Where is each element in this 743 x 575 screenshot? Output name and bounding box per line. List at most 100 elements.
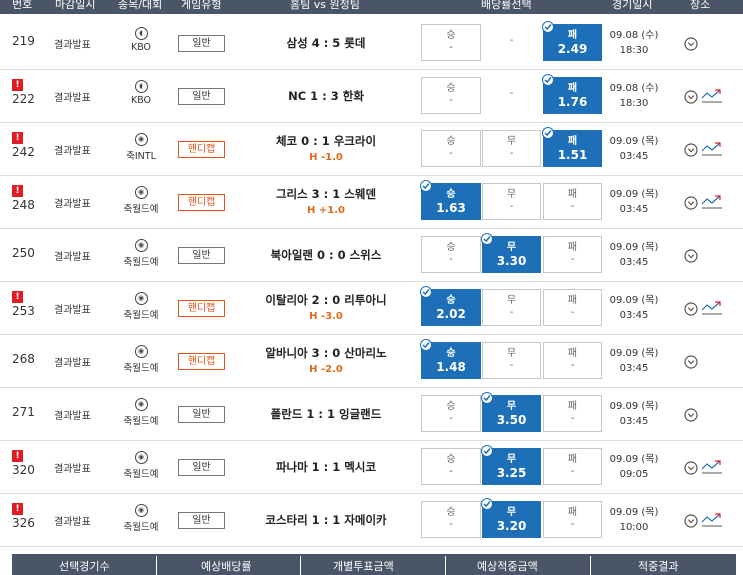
soccer-ball-icon: ◉: [134, 451, 148, 464]
odds-value: -: [570, 307, 575, 318]
location-pin-icon[interactable]: [684, 195, 698, 210]
odds-button[interactable]: 패-: [543, 342, 602, 379]
location-pin-icon[interactable]: [684, 142, 698, 157]
table-row: 268 결과발표 ◉ 축월드예 핸디캡 알바니아 3 : 0 산마리노 H -2.0 승 1.4…: [0, 335, 743, 388]
location-pin-icon[interactable]: [684, 248, 698, 263]
game-date: 09.09 (목): [609, 507, 659, 518]
match-score: 파나마 1 : 1 멕시코: [275, 460, 377, 474]
header-number: 번호: [12, 0, 33, 11]
game-type-badge: 일반: [178, 406, 225, 423]
alert-icon: !: [12, 291, 23, 303]
sport-league: ◖ KBO: [116, 80, 166, 106]
location-pin-icon[interactable]: [684, 407, 698, 422]
odds-value: 1.63: [436, 201, 466, 215]
deadline-status: 결과발표: [54, 517, 91, 528]
odds-button[interactable]: 패-: [543, 501, 602, 538]
handicap-value: H -2.0: [309, 364, 343, 375]
odds-button[interactable]: 승-: [421, 448, 481, 485]
odds-button[interactable]: 무 3.30: [481, 233, 541, 273]
check-icon: [420, 180, 432, 192]
odds-label: 패: [567, 242, 578, 253]
odds-button[interactable]: 패 1.51: [542, 127, 602, 167]
odds-button[interactable]: 승-: [421, 130, 481, 167]
check-icon: [542, 21, 554, 33]
location-pin-icon[interactable]: [684, 301, 698, 316]
odds-button[interactable]: 패-: [543, 395, 602, 432]
odds-button: -: [482, 77, 541, 114]
check-icon: [542, 127, 554, 139]
odds-button[interactable]: 승-: [421, 395, 481, 432]
odds-button[interactable]: 승-: [421, 236, 481, 273]
game-date: 09.09 (목): [609, 136, 659, 147]
sport-league: ◉ 축월드예: [116, 292, 166, 321]
odds-button[interactable]: 무-: [482, 130, 541, 167]
trend-chart-icon[interactable]: [701, 512, 723, 528]
odds-button[interactable]: 승-: [421, 501, 481, 538]
odds-button[interactable]: 승-: [421, 77, 481, 114]
location-pin-icon[interactable]: [684, 354, 698, 369]
table-row: 271 결과발표 ◉ 축월드예 일반 폴란드 1 : 1 잉글랜드 승 - 무 3.50 패 -09.…: [0, 388, 743, 441]
trend-chart-icon[interactable]: [701, 141, 723, 157]
odds-label: -: [509, 35, 514, 46]
odds-button[interactable]: 무 3.50: [481, 392, 541, 432]
alert-icon: !: [12, 450, 23, 462]
odds-button[interactable]: 패-: [543, 448, 602, 485]
handicap-value: H -3.0: [309, 311, 343, 322]
game-number-text: 320: [12, 463, 35, 477]
soccer-ball-icon: ◉: [134, 398, 148, 411]
odds-button[interactable]: 승 2.02: [420, 286, 481, 326]
odds-button[interactable]: 무-: [482, 183, 541, 220]
odds-button[interactable]: 패-: [543, 236, 602, 273]
league-label: 축월드예: [123, 204, 159, 215]
odds-button[interactable]: 무-: [482, 342, 541, 379]
sport-league: ◉ 축월드예: [116, 345, 166, 374]
odds-button[interactable]: 패-: [543, 183, 602, 220]
odds-label: 승: [446, 507, 456, 518]
match-teams: 삼성 4 : 5 롯데: [236, 35, 416, 51]
odds-button[interactable]: 승-: [421, 24, 481, 61]
league-label: KBO: [130, 95, 152, 106]
trend-chart-icon[interactable]: [701, 194, 723, 210]
odds-value: -: [570, 519, 575, 530]
game-datetime: 09.09 (목) 10:00: [606, 505, 662, 535]
odds-button: -: [482, 24, 541, 61]
check-icon: [542, 74, 554, 86]
odds-value: -: [509, 307, 514, 318]
odds-button[interactable]: 패 1.76: [542, 74, 602, 114]
game-number: ! 242: [12, 132, 35, 159]
game-number: 268: [12, 352, 35, 366]
odds-button[interactable]: 무 3.25: [481, 445, 541, 485]
table-row: 219 결과발표 ◖ KBO 일반 삼성 4 : 5 롯데 승 - - 패 2.49 09.08 (수…: [0, 17, 743, 70]
odds-value: -: [449, 254, 453, 265]
baseball-icon: ◖: [134, 80, 148, 93]
trend-chart-icon[interactable]: [701, 88, 723, 104]
sport-league: ◉ 축월드예: [116, 239, 166, 268]
game-type-badge: 일반: [178, 512, 225, 529]
alert-icon: !: [12, 132, 23, 144]
trend-chart-icon[interactable]: [701, 459, 723, 475]
odds-button[interactable]: 무 3.20: [481, 498, 541, 538]
odds-label: 승: [446, 242, 456, 253]
odds-label: 승: [446, 189, 456, 200]
game-date: 09.09 (목): [609, 189, 659, 200]
match-score: 체코 0 : 1 우크라이: [275, 134, 377, 148]
game-date: 09.09 (목): [609, 454, 659, 465]
alert-icon: !: [12, 79, 23, 91]
location-pin-icon[interactable]: [684, 36, 698, 51]
location-pin-icon[interactable]: [684, 460, 698, 475]
header-datetime: 경기일시: [612, 0, 653, 11]
trend-chart-icon[interactable]: [701, 300, 723, 316]
location-pin-icon[interactable]: [684, 513, 698, 528]
odds-label: 승: [446, 401, 456, 412]
game-time: 03:45: [619, 257, 649, 268]
match-score: 알바니아 3 : 0 산마리노: [265, 346, 387, 360]
odds-button[interactable]: 무-: [482, 289, 541, 326]
odds-button[interactable]: 패-: [543, 289, 602, 326]
odds-button[interactable]: 패 2.49: [542, 21, 602, 61]
location-pin-icon[interactable]: [684, 89, 698, 104]
footer-expected-odds: 예상배당률: [201, 560, 252, 573]
game-number: ! 253: [12, 291, 35, 318]
game-number: ! 248: [12, 185, 35, 212]
odds-button[interactable]: 승 1.63: [420, 180, 481, 220]
odds-button[interactable]: 승 1.48: [420, 339, 481, 379]
